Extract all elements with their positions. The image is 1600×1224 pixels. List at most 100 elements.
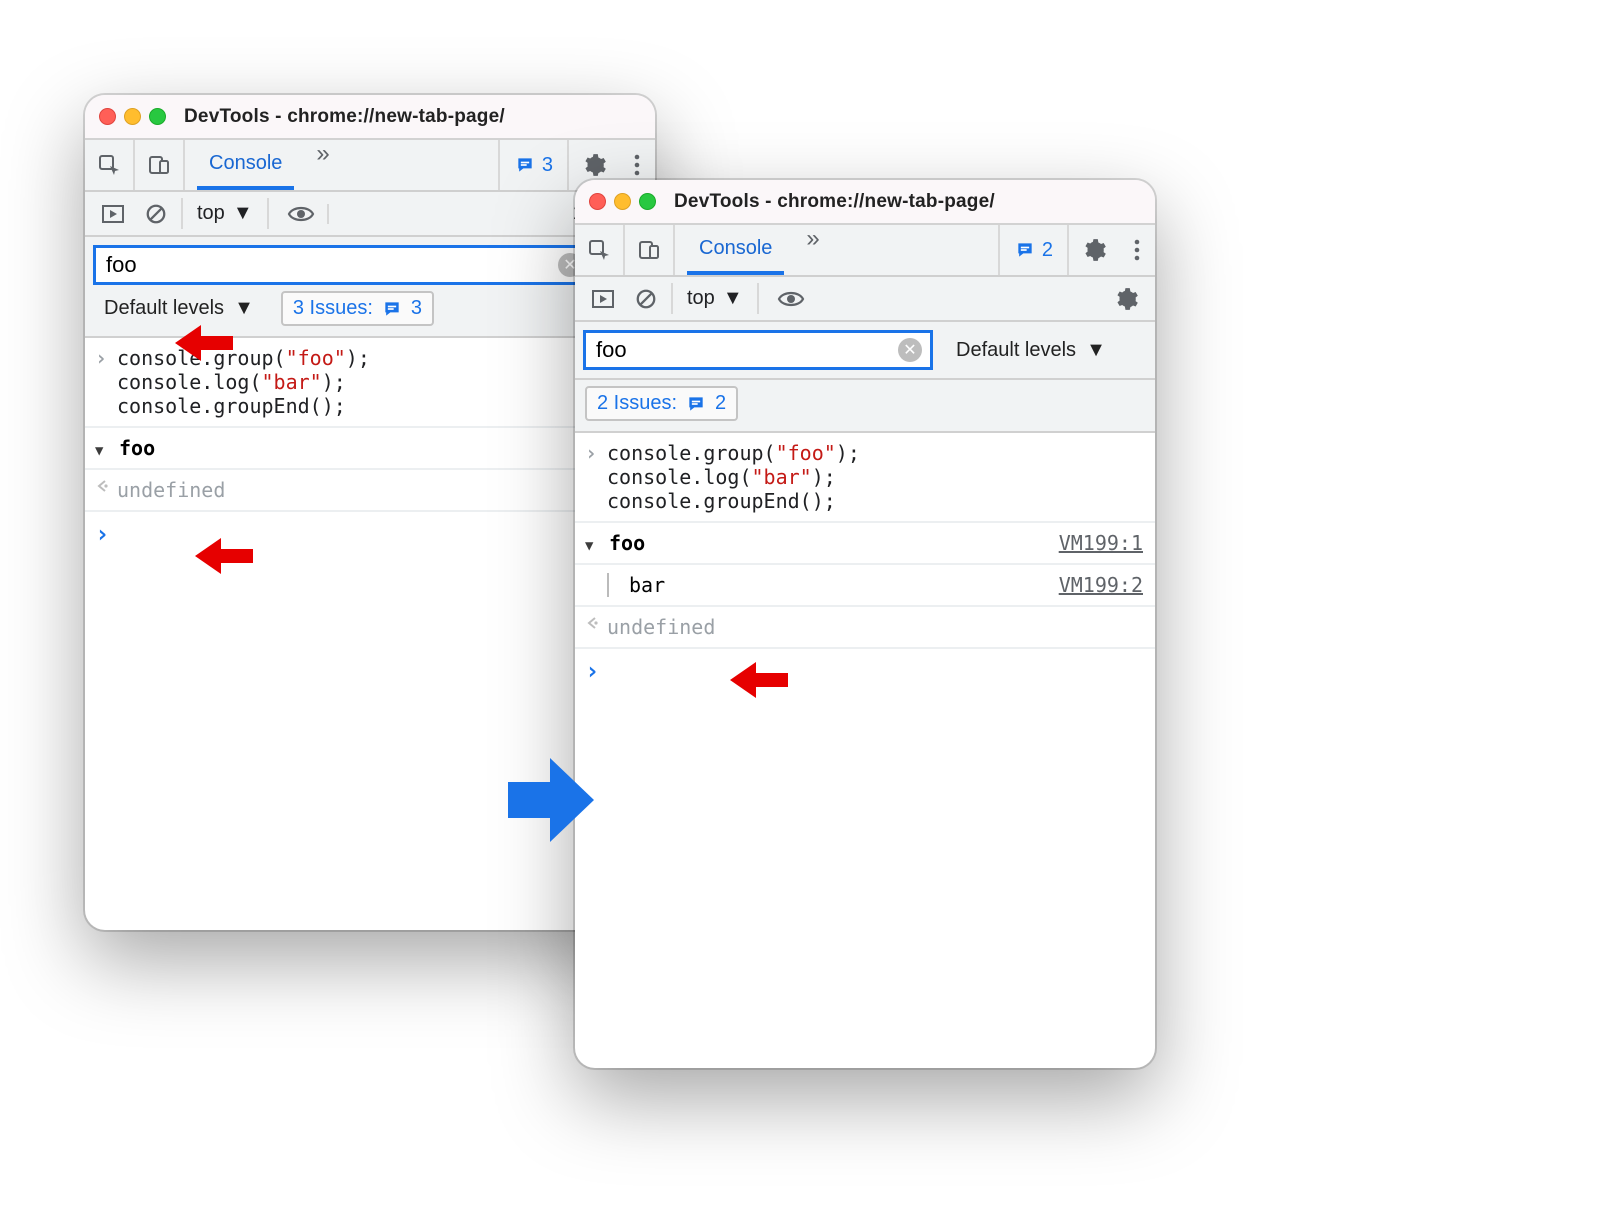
tab-console[interactable]: Console: [185, 140, 306, 190]
console-prompt-row[interactable]: [85, 512, 655, 556]
log-level-label: Default levels: [104, 297, 224, 320]
titlebar: DevTools - chrome://new-tab-page/: [575, 180, 1155, 225]
clear-filter-button[interactable]: ✕: [898, 338, 922, 362]
traffic-light-zoom-icon[interactable]: [639, 193, 656, 210]
more-tabs-button[interactable]: »: [796, 225, 829, 275]
chevron-down-icon: ▼: [234, 297, 254, 320]
undefined-text: undefined: [117, 478, 225, 502]
chat-icon: [1014, 240, 1036, 260]
input-prompt-icon: [95, 346, 117, 370]
close-icon: ✕: [903, 340, 916, 360]
settings-button[interactable]: [1069, 225, 1119, 275]
chevron-down-icon: ▼: [233, 202, 253, 225]
input-prompt-icon: [585, 657, 607, 685]
window-title: DevTools - chrome://new-tab-page/: [184, 106, 505, 128]
kebab-icon: [633, 153, 641, 177]
devices-icon: [147, 153, 171, 177]
titlebar: DevTools - chrome://new-tab-page/: [85, 95, 655, 140]
context-selector[interactable]: top ▼: [181, 198, 269, 229]
live-expression-button[interactable]: [287, 204, 315, 224]
issues-chip-label: 2 Issues:: [597, 392, 677, 415]
traffic-light-close-icon[interactable]: [589, 193, 606, 210]
group-caret-icon[interactable]: [585, 531, 603, 555]
undefined-text: undefined: [607, 615, 715, 639]
toggle-drawer-button[interactable]: [585, 289, 621, 309]
tab-console[interactable]: Console: [675, 225, 796, 275]
chat-icon: [685, 394, 707, 414]
gear-icon: [1081, 237, 1107, 263]
context-selector-label: top: [197, 202, 225, 225]
code-block: console.group("foo"); console.log("bar")…: [117, 346, 370, 418]
chevron-down-icon: ▼: [723, 287, 743, 310]
input-prompt-icon: [95, 520, 117, 548]
chat-icon: [514, 155, 536, 175]
console-tab-label: Console: [197, 140, 294, 190]
context-selector-label: top: [687, 287, 715, 310]
console-output-row: undefined: [575, 607, 1155, 649]
issues-chip[interactable]: 2 Issues: 2: [585, 386, 738, 421]
devices-icon: [637, 238, 661, 262]
issues-badge[interactable]: 2: [1008, 239, 1059, 262]
console-subtoolbar: top ▼ 1 hidde: [85, 192, 655, 237]
source-link[interactable]: VM199:1: [1059, 531, 1143, 555]
issues-chip-count: 2: [715, 392, 726, 415]
more-tabs-button[interactable]: »: [306, 140, 339, 190]
devtools-window-after: DevTools - chrome://new-tab-page/ Consol…: [575, 180, 1155, 1068]
log-level-label: Default levels: [956, 339, 1076, 362]
console-prompt-row[interactable]: [575, 649, 1155, 693]
traffic-light-minimize-icon[interactable]: [124, 108, 141, 125]
clear-console-button[interactable]: [627, 288, 665, 310]
issues-badge-count: 3: [542, 154, 553, 177]
gear-icon: [581, 152, 607, 178]
filter-input[interactable]: [594, 336, 898, 364]
code-block: console.group("foo"); console.log("bar")…: [607, 441, 860, 513]
input-prompt-icon: [585, 441, 607, 465]
traffic-light-minimize-icon[interactable]: [614, 193, 631, 210]
console-group-row[interactable]: foo VM199:1: [575, 523, 1155, 565]
clear-console-button[interactable]: [137, 203, 175, 225]
issues-chip-label: 3 Issues:: [293, 297, 373, 320]
kebab-menu-button[interactable]: [1119, 225, 1155, 275]
group-label: foo: [119, 436, 155, 460]
inspect-element-button[interactable]: [85, 140, 135, 190]
main-toolbar: Console » 2: [575, 225, 1155, 277]
console-settings-button[interactable]: [1113, 286, 1145, 312]
log-level-selector[interactable]: Default levels ▼: [947, 334, 1115, 367]
issues-badge[interactable]: 3: [508, 154, 559, 177]
console-group-child-row[interactable]: bar VM199:2: [575, 565, 1155, 607]
chevron-down-icon: ▼: [1086, 339, 1106, 362]
source-link[interactable]: VM199:2: [1059, 573, 1143, 597]
issues-badge-count: 2: [1042, 239, 1053, 262]
kebab-icon: [1133, 238, 1141, 262]
chat-icon: [381, 299, 403, 319]
devtools-window-before: DevTools - chrome://new-tab-page/ Consol…: [85, 95, 655, 930]
main-toolbar: Console » 3: [85, 140, 655, 192]
filter-input-wrapper[interactable]: ✕: [93, 245, 593, 285]
log-level-selector[interactable]: Default levels ▼: [95, 291, 263, 326]
filter-input[interactable]: [104, 251, 558, 279]
output-prompt-icon: [95, 478, 117, 494]
traffic-light-zoom-icon[interactable]: [149, 108, 166, 125]
console-subtoolbar: top ▼: [575, 277, 1155, 322]
group-caret-icon[interactable]: [95, 436, 113, 460]
console-group-row[interactable]: foo VM11: [85, 428, 655, 470]
window-title: DevTools - chrome://new-tab-page/: [674, 191, 995, 213]
toggle-drawer-button[interactable]: [95, 204, 131, 224]
console-input-row[interactable]: console.group("foo"); console.log("bar")…: [575, 433, 1155, 523]
console-input-row[interactable]: console.group("foo"); console.log("bar")…: [85, 338, 655, 428]
issues-chip[interactable]: 3 Issues: 3: [281, 291, 434, 326]
filter-input-wrapper[interactable]: ✕: [583, 330, 933, 370]
inspect-element-button[interactable]: [575, 225, 625, 275]
issues-chip-count: 3: [411, 297, 422, 320]
output-prompt-icon: [585, 615, 607, 631]
device-toolbar-button[interactable]: [135, 140, 185, 190]
log-message: bar: [629, 573, 665, 597]
console-output-row: undefined: [85, 470, 655, 512]
live-expression-button[interactable]: [777, 289, 805, 309]
inspect-icon: [587, 238, 611, 262]
device-toolbar-button[interactable]: [625, 225, 675, 275]
context-selector[interactable]: top ▼: [671, 283, 759, 314]
traffic-light-close-icon[interactable]: [99, 108, 116, 125]
group-label: foo: [609, 531, 645, 555]
inspect-icon: [97, 153, 121, 177]
